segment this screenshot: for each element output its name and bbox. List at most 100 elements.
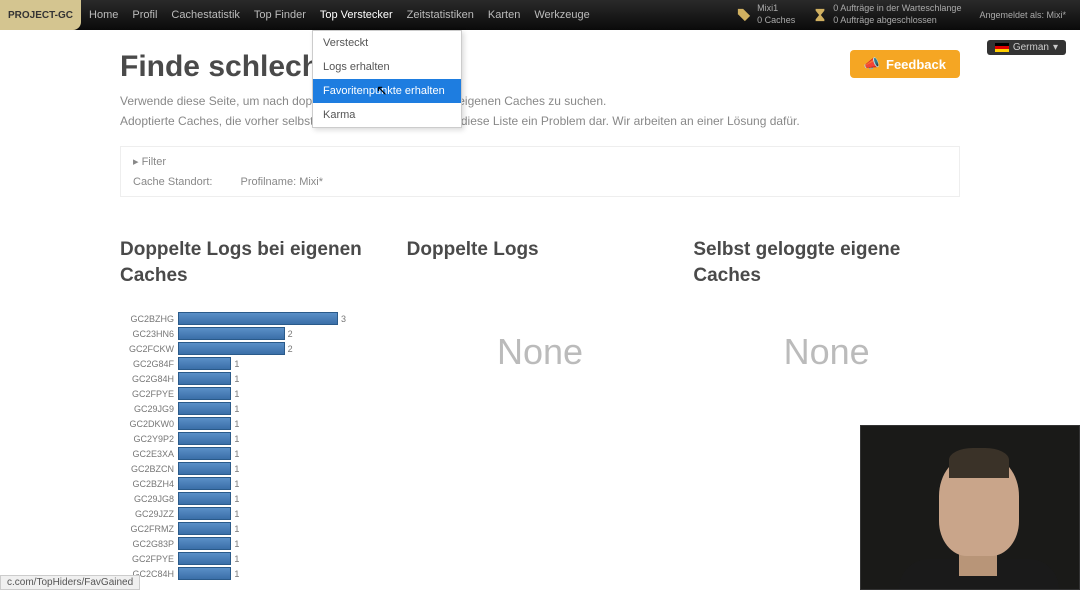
filter-location-label: Cache Standort:	[133, 176, 213, 188]
bar-fill[interactable]	[178, 417, 231, 430]
bar-label: GC2G83P	[120, 539, 178, 549]
bar-fill[interactable]	[178, 492, 231, 505]
bar-label: GC2DKW0	[120, 419, 178, 429]
bar-fill[interactable]	[178, 507, 231, 520]
column-own-double-logs: Doppelte Logs bei eigenen Caches GC2BZHG…	[120, 237, 387, 581]
bar-label: GC2G84F	[120, 359, 178, 369]
top-verstecker-dropdown: VerstecktLogs erhaltenFavoritenpunkte er…	[312, 30, 462, 128]
bar-row: GC29JG9 1	[120, 401, 387, 416]
bar-fill[interactable]	[178, 477, 231, 490]
bar-value: 1	[234, 509, 239, 519]
bar-value: 1	[234, 494, 239, 504]
tag-icon	[737, 8, 751, 22]
bar-label: GC2FCKW	[120, 344, 178, 354]
bar-row: GC2E3XA 1	[120, 446, 387, 461]
nav-item-top-verstecker[interactable]: Top Verstecker	[320, 9, 393, 21]
bar-value: 1	[234, 524, 239, 534]
bar-row: GC2DKW0 1	[120, 416, 387, 431]
bar-label: GC2Y9P2	[120, 434, 178, 444]
bar-value: 1	[234, 404, 239, 414]
bar-fill[interactable]	[178, 552, 231, 565]
bar-fill[interactable]	[178, 567, 231, 580]
bar-fill[interactable]	[178, 522, 231, 535]
bar-value: 1	[234, 539, 239, 549]
logo[interactable]: PROJECT-GC	[0, 0, 81, 30]
bar-value: 3	[341, 314, 346, 324]
user-name[interactable]: Mixi1	[757, 3, 795, 15]
bar-row: GC2Y9P2 1	[120, 431, 387, 446]
page-title: Finde schlechte	[120, 50, 850, 84]
bar-fill[interactable]	[178, 372, 231, 385]
cursor-icon: ↖	[376, 82, 388, 99]
language-selector[interactable]: German ▾	[987, 40, 1066, 55]
flag-de-icon	[995, 43, 1009, 52]
bar-label: GC29JG8	[120, 494, 178, 504]
bar-fill[interactable]	[178, 537, 231, 550]
bar-row: GC2BZCN1	[120, 461, 387, 476]
bar-fill[interactable]	[178, 462, 231, 475]
nav-item-karten[interactable]: Karten	[488, 9, 520, 21]
bar-label: GC23HN6	[120, 329, 178, 339]
queue-pending: 0 Aufträge in der Warteschlange	[833, 3, 961, 15]
bar-fill[interactable]	[178, 402, 231, 415]
none-text-1: None	[407, 331, 674, 373]
bar-label: GC2E3XA	[120, 449, 178, 459]
bar-row: GC29JG8 1	[120, 491, 387, 506]
feedback-button[interactable]: 📣 Feedback	[850, 50, 960, 78]
cache-count: 0 Caches	[757, 15, 795, 27]
nav-item-cachestatistik[interactable]: Cachestatistik	[171, 9, 239, 21]
megaphone-icon: 📣	[864, 56, 880, 72]
bar-value: 1	[234, 389, 239, 399]
chevron-down-icon: ▾	[1053, 42, 1058, 53]
filter-box: ▸ Filter Cache Standort: Profilname: Mix…	[120, 146, 960, 197]
topbar-right: Mixi1 0 Caches 0 Aufträge in der Wartesc…	[737, 3, 1080, 26]
bar-label: GC2G84H	[120, 374, 178, 384]
bar-row: GC23HN6 2	[120, 326, 387, 341]
nav-item-zeitstatistiken[interactable]: Zeitstatistiken	[407, 9, 474, 21]
bar-row: GC2FPYE1	[120, 386, 387, 401]
dropdown-item-karma[interactable]: Karma	[313, 103, 461, 127]
bar-label: GC29JZZ	[120, 509, 178, 519]
bar-row: GC2G84H1	[120, 371, 387, 386]
dropdown-item-versteckt[interactable]: Versteckt	[313, 31, 461, 55]
bar-value: 1	[234, 479, 239, 489]
bar-row: GC29JZZ 1	[120, 506, 387, 521]
bar-fill[interactable]	[178, 432, 231, 445]
nav-item-werkzeuge[interactable]: Werkzeuge	[534, 9, 589, 21]
col-title-3: Selbst geloggte eigene Caches	[693, 237, 960, 291]
bar-fill[interactable]	[178, 387, 231, 400]
bar-row: GC2C84H1	[120, 566, 387, 581]
filter-toggle[interactable]: ▸ Filter	[133, 155, 947, 168]
col-title-1: Doppelte Logs bei eigenen Caches	[120, 237, 387, 291]
bar-fill[interactable]	[178, 447, 231, 460]
bar-value: 1	[234, 449, 239, 459]
bar-value: 1	[234, 434, 239, 444]
topbar: PROJECT-GC Home Profil Cachestatistik Top F…	[0, 0, 1080, 30]
nav-item-top-finder[interactable]: Top Finder	[254, 9, 306, 21]
bar-fill[interactable]	[178, 357, 231, 370]
bar-value: 1	[234, 464, 239, 474]
bar-value: 1	[234, 419, 239, 429]
bar-label: GC2BZH4	[120, 479, 178, 489]
dropdown-item-logs-erhalten[interactable]: Logs erhalten	[313, 55, 461, 79]
bar-fill[interactable]	[178, 342, 285, 355]
bar-fill[interactable]	[178, 312, 338, 325]
nav-item-home[interactable]: Home	[89, 9, 118, 21]
bar-value: 2	[288, 344, 293, 354]
bar-row: GC2G83P 1	[120, 536, 387, 551]
bar-row: GC2FCKW 2	[120, 341, 387, 356]
nav-item-profil[interactable]: Profil	[132, 9, 157, 21]
bar-row: GC2BZHG3	[120, 311, 387, 326]
bar-chart: GC2BZHG3GC23HN62GC2FCKW2GC2G84F1GC2G84H1…	[120, 311, 387, 581]
bar-label: GC29JG9	[120, 404, 178, 414]
bar-value: 1	[234, 569, 239, 579]
nav: Home Profil Cachestatistik Top Finder Top Ve…	[89, 9, 590, 21]
description-2: Adoptierte Caches, die vorher selbst gel…	[120, 114, 960, 128]
bar-row: GC2BZH4 1	[120, 476, 387, 491]
bar-row: GC2G84F1	[120, 356, 387, 371]
bar-value: 2	[288, 329, 293, 339]
queue-done: 0 Aufträge abgeschlossen	[833, 15, 961, 27]
bar-label: GC2FPYE	[120, 554, 178, 564]
logged-in-as[interactable]: Angemeldet als: Mixi*	[979, 10, 1066, 20]
bar-fill[interactable]	[178, 327, 285, 340]
